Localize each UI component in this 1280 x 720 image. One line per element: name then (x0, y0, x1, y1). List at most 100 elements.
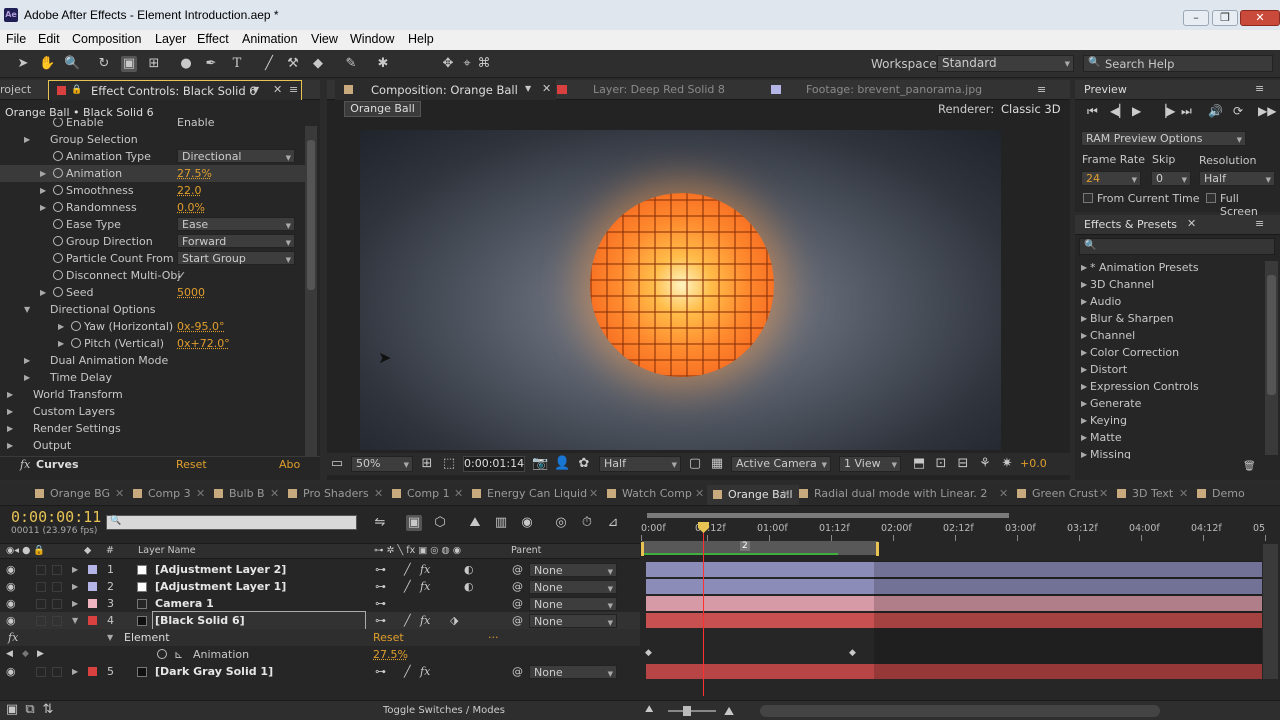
previous-frame-icon[interactable]: ◀▏ (1110, 104, 1128, 118)
motion-blur-icon[interactable]: ◉ (519, 515, 535, 531)
property-dropdown[interactable]: Ease (177, 217, 295, 233)
expand-icon[interactable]: ▶ (1081, 382, 1087, 391)
layer-switches-icon[interactable]: ▣ (4, 702, 20, 718)
stopwatch-icon[interactable] (71, 321, 81, 331)
panel-menu-icon[interactable]: ≡ (1255, 82, 1264, 95)
layer-name[interactable]: [Dark Gray Solid 1] (155, 663, 273, 680)
toggle-switches-modes-button[interactable]: Toggle Switches / Modes (383, 705, 505, 716)
pick-whip-icon[interactable]: @ (512, 612, 523, 629)
expand-icon[interactable]: ▶ (72, 663, 78, 680)
property-dropdown[interactable]: Forward (177, 234, 295, 250)
menu-help[interactable]: Help (408, 32, 434, 46)
zoom-out-icon[interactable]: ⛰ (645, 704, 653, 715)
parent-dropdown[interactable]: None (529, 580, 617, 596)
lock-switch[interactable] (52, 616, 62, 626)
skip-dropdown[interactable]: 0 (1151, 171, 1191, 187)
effects-presets-tab[interactable]: Effects & Presets (1084, 218, 1177, 231)
search-help-field[interactable]: 🔍 Search Help (1083, 55, 1273, 72)
stopwatch-icon[interactable] (53, 151, 63, 161)
adjustment-layer-icon[interactable]: ◐ (464, 578, 474, 595)
panel-menu-icon[interactable]: ≡ (1255, 217, 1264, 230)
next-keyframe-icon[interactable]: ▶ (37, 646, 44, 663)
project-tab[interactable]: roject (0, 83, 31, 96)
expand-icon[interactable]: ▶ (7, 420, 13, 437)
last-frame-icon[interactable]: ⏭ (1181, 104, 1192, 119)
close-tab-icon[interactable]: ✕ (374, 487, 383, 500)
in-out-icon[interactable]: ⇅ (40, 702, 56, 718)
expand-icon[interactable]: ▶ (72, 595, 78, 612)
shy-switch-icon[interactable]: ⊶ (375, 612, 386, 629)
property-value[interactable]: 27.5% (177, 165, 212, 182)
selection-tool-icon[interactable]: ➤ (15, 56, 31, 72)
magnification-dropdown[interactable]: 50% (351, 456, 413, 472)
scrollbar-thumb[interactable] (307, 140, 315, 290)
layer-label-color[interactable] (88, 616, 97, 625)
scrollbar-thumb[interactable] (1267, 275, 1276, 395)
work-area-bar[interactable]: 2 (642, 541, 878, 555)
pan-behind-tool-icon[interactable]: ⊞ (146, 56, 162, 72)
element-reset-link[interactable]: Reset (373, 629, 404, 646)
property-value[interactable]: 0.0% (177, 199, 205, 216)
timeline-search-input[interactable]: 🔍 (106, 515, 357, 530)
timeline-timecode[interactable]: 0:00:00:11 (11, 508, 101, 526)
add-keyframe-icon[interactable]: ◆ (22, 646, 29, 663)
visibility-eye-icon[interactable]: ◉ (6, 612, 16, 629)
auto-keyframe-icon[interactable]: ⏱ (579, 515, 595, 531)
time-ruler[interactable]: 0:00f 00:12f 01:00f 01:12f 02:00f 02:12f 03:00… (641, 509, 1266, 541)
timeline-comp-tab[interactable]: Watch Comp (607, 487, 692, 500)
lock-icon[interactable]: 🔒 (71, 85, 82, 95)
timeline-horizontal-scrollbar[interactable] (760, 705, 1160, 717)
layer-row[interactable]: ◉ ▶ 5 [Dark Gray Solid 1] ⊶ ╱ fx @ None (0, 663, 640, 681)
expand-icon[interactable]: ▶ (1081, 314, 1087, 323)
expand-icon[interactable]: ▶ (72, 578, 78, 595)
close-tab-icon[interactable]: ✕ (115, 487, 124, 500)
pick-whip-icon[interactable]: @ (512, 663, 523, 680)
trash-icon[interactable]: 🗑 (1243, 461, 1256, 472)
footage-tab[interactable]: Footage: brevent_panorama.jpg (806, 83, 982, 96)
effect-controls-tab[interactable]: 🔒 Effect Controls: Black Solid 6 ▼ ✕ (48, 80, 302, 100)
next-frame-icon[interactable]: ▕▶ (1157, 104, 1175, 118)
current-time-indicator[interactable] (703, 522, 704, 696)
flowchart-icon[interactable]: ⚘ (977, 456, 993, 472)
element-effect-label[interactable]: Element (124, 629, 170, 646)
close-tab-icon[interactable]: ✕ (454, 487, 463, 500)
layer-row[interactable]: ◉ ▶ 2 [Adjustment Layer 1] ⊶ ╱ fx ◐ @ Non… (0, 578, 640, 596)
expand-icon[interactable]: ▶ (7, 386, 13, 403)
always-preview-icon[interactable]: ▭ (329, 456, 345, 472)
close-button[interactable]: ✕ (1240, 10, 1280, 26)
work-area-marker[interactable]: 2 (740, 541, 750, 551)
hand-tool-icon[interactable]: ✋ (39, 56, 55, 72)
panel-menu-icon[interactable]: ≡ (289, 83, 298, 96)
fast-previews-icon[interactable]: ⊡ (933, 456, 949, 472)
parent-dropdown[interactable]: None (529, 665, 617, 681)
menu-animation[interactable]: Animation (242, 32, 298, 46)
stopwatch-icon[interactable] (53, 253, 63, 263)
composition-tab[interactable]: Composition: Orange Ball ▼ ✕ (335, 80, 556, 100)
expand-open-icon[interactable]: ▼ (24, 301, 30, 318)
expand-open-icon[interactable]: ▼ (107, 629, 113, 646)
eraser-tool-icon[interactable]: ◆ (310, 56, 326, 72)
timeline-comp-tab[interactable]: Energy Can Liquid (472, 487, 587, 500)
work-area-end-handle[interactable] (876, 542, 879, 556)
menu-layer[interactable]: Layer (155, 32, 186, 46)
visibility-eye-icon[interactable]: ◉ (6, 578, 16, 595)
close-tab-icon[interactable]: ✕ (273, 83, 282, 96)
zoom-slider-thumb[interactable] (683, 706, 691, 716)
expand-icon[interactable]: ▶ (24, 352, 30, 369)
expand-icon[interactable]: ▶ (1081, 280, 1087, 289)
timeline-comp-tab[interactable]: Comp 3 (133, 487, 191, 500)
menu-effect[interactable]: Effect (197, 32, 229, 46)
layer-name[interactable]: [Adjustment Layer 1] (155, 578, 286, 595)
close-tab-icon[interactable]: ✕ (781, 487, 790, 500)
expand-icon[interactable]: ▶ (1081, 331, 1087, 340)
timeline-comp-tab[interactable]: Orange BG (35, 487, 110, 500)
fx-switch-icon[interactable]: fx (420, 663, 430, 680)
play-icon[interactable]: ▶ (1132, 104, 1141, 118)
region-of-interest-icon[interactable]: ▢ (687, 456, 703, 472)
menu-window[interactable]: Window (350, 32, 394, 46)
close-tab-icon[interactable]: ✕ (1179, 487, 1188, 500)
hide-shy-layers-icon[interactable]: ⛰ (467, 515, 483, 531)
effects-search-input[interactable]: 🔍 (1079, 238, 1275, 255)
solo-switch[interactable] (36, 667, 46, 677)
parent-dropdown[interactable]: None (529, 597, 617, 613)
